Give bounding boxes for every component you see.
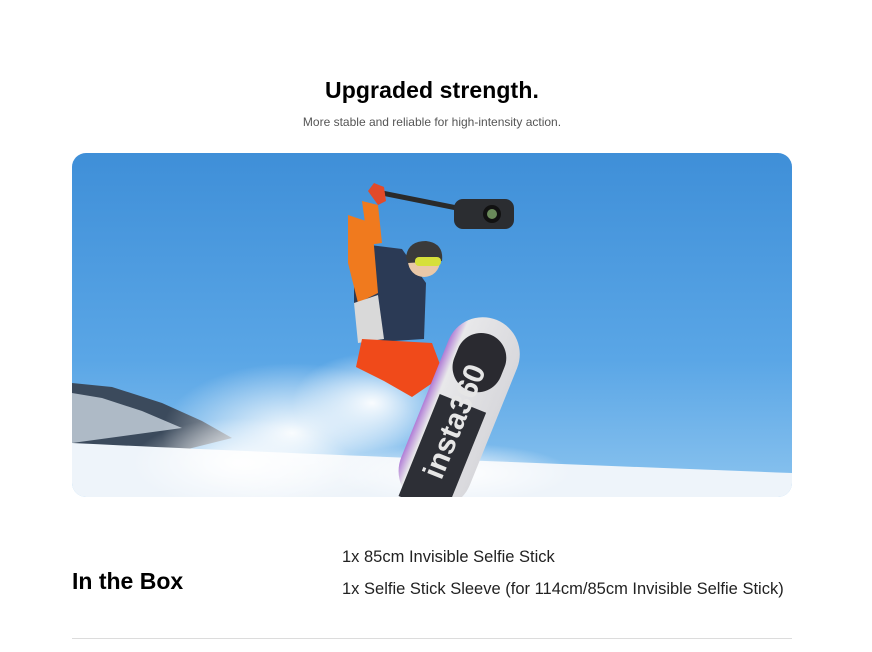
box-item: 1x 85cm Invisible Selfie Stick: [342, 548, 555, 566]
in-the-box-heading: In the Box: [72, 568, 184, 595]
section-title: Upgraded strength.: [325, 77, 539, 104]
camera: [454, 199, 514, 229]
section-divider: [72, 638, 792, 639]
box-item: 1x Selfie Stick Sleeve (for 114cm/85cm I…: [342, 580, 784, 598]
product-photo: insta360: [72, 153, 792, 497]
section-subtitle: More stable and reliable for high-intens…: [302, 115, 562, 129]
in-the-box-list: 1x 85cm Invisible Selfie Stick 1x Selfie…: [342, 547, 784, 611]
